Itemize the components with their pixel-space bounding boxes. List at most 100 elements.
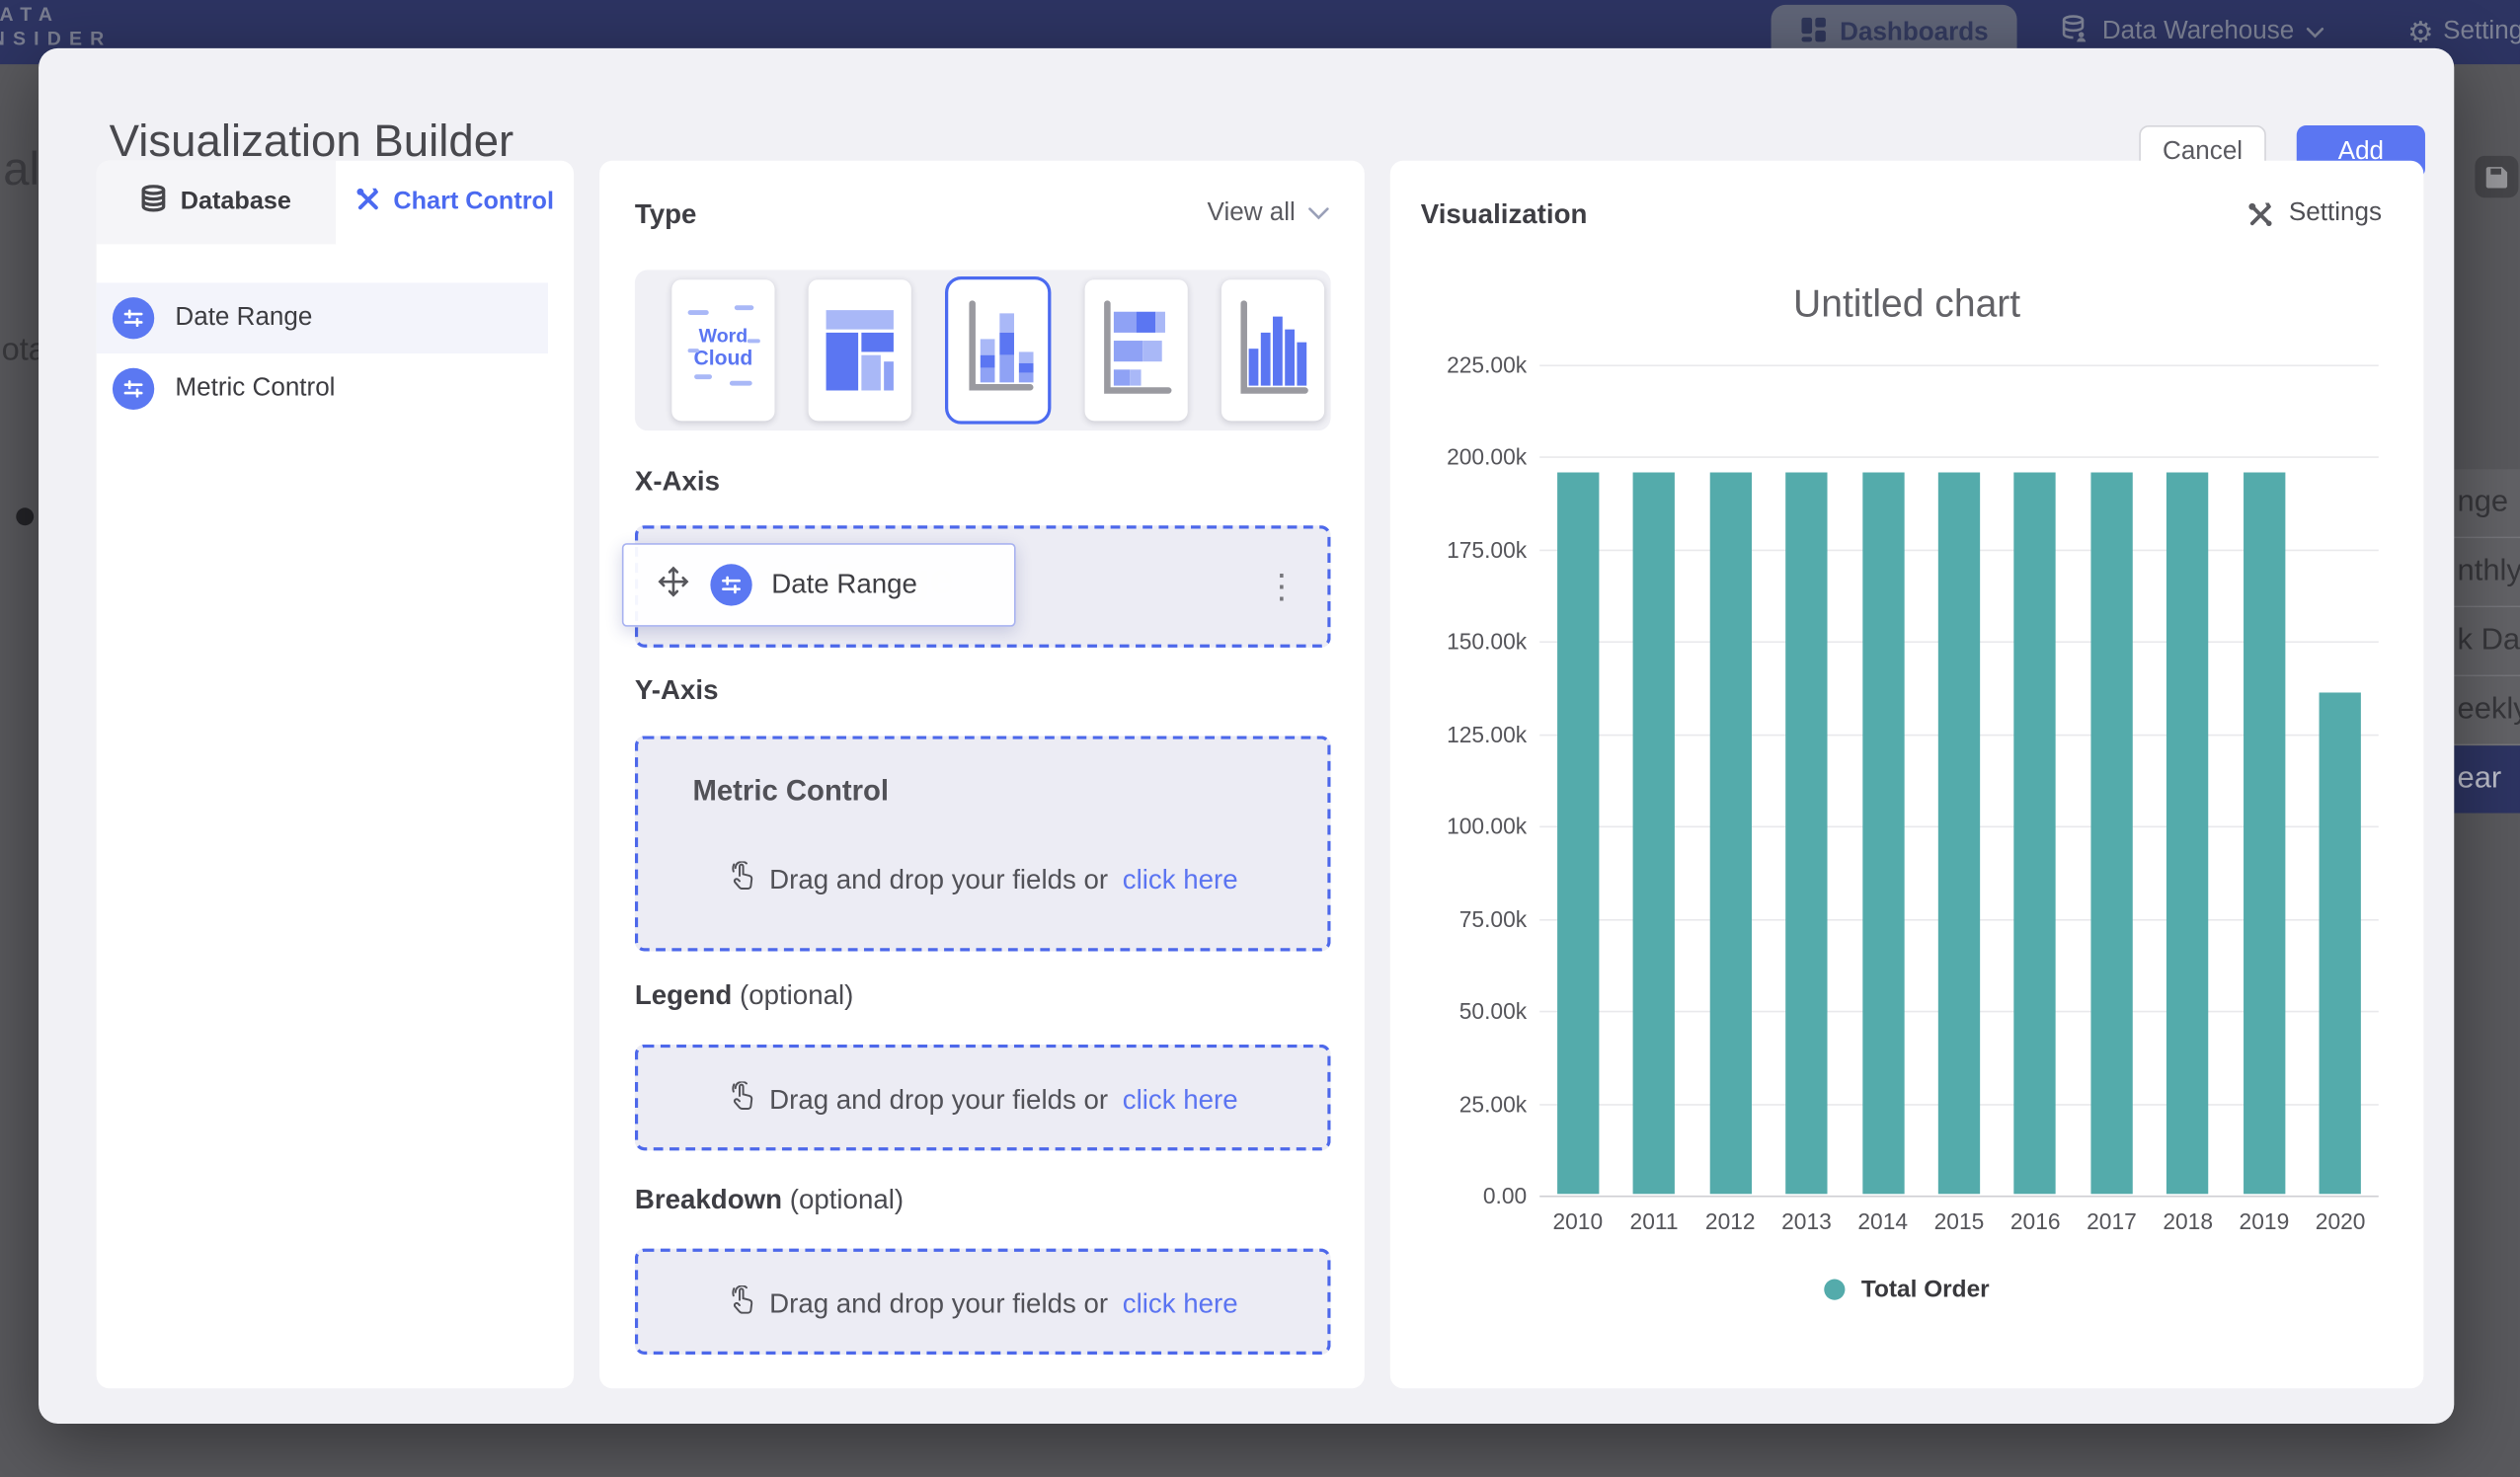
type-heading: Type	[635, 199, 697, 232]
field-list: Date Range Metric Control	[97, 282, 574, 424]
tab-chart-control-label: Chart Control	[393, 188, 554, 216]
visualization-panel: Visualization Settings Untitled chart 0.…	[1390, 161, 2424, 1388]
field-row-metric-control[interactable]: Metric Control	[97, 353, 548, 425]
gridline	[1539, 457, 2379, 459]
chevron-down-icon	[1308, 207, 1329, 220]
y-tick-label: 100.00k	[1447, 814, 1527, 839]
background-dropdown-option: nthly	[2454, 538, 2520, 607]
visualization-heading: Visualization	[1421, 199, 1588, 232]
legend-dropzone[interactable]: Drag and drop your fields or click here	[635, 1045, 1331, 1150]
tap-hand-icon	[728, 861, 755, 899]
x-tick-label: 2017	[2087, 1208, 2137, 1234]
y-axis-heading: Y-Axis	[635, 675, 719, 708]
panel-tabs: Database Chart Control	[97, 161, 574, 245]
save-icon	[2475, 156, 2518, 197]
legend-marker	[1824, 1280, 1845, 1300]
svg-text:Word: Word	[699, 326, 748, 348]
y-axis-drop-text: Drag and drop your fields or	[769, 865, 1108, 897]
tap-hand-icon	[728, 1081, 755, 1120]
nav-dashboards-label: Dashboards	[1840, 20, 1988, 48]
y-axis-labels: 0.0025.00k50.00k75.00k100.00k125.00k150.…	[1390, 364, 1527, 1195]
bar-2018	[2167, 472, 2209, 1194]
move-icon	[656, 563, 691, 606]
tab-chart-control[interactable]: Chart Control	[335, 161, 574, 245]
fields-panel: Database Chart Control Date Range Metric …	[97, 161, 574, 1388]
y-tick-label: 0.00	[1483, 1183, 1527, 1208]
bar-2014	[1862, 472, 1904, 1194]
dashboards-icon	[1799, 16, 1827, 51]
x-tick-label: 2012	[1705, 1208, 1756, 1234]
modal-title: Visualization Builder	[110, 116, 514, 167]
tools-icon	[354, 186, 380, 219]
visualization-builder-modal: Visualization Builder Cancel Add Databas…	[39, 48, 2454, 1424]
bar-2012	[1709, 472, 1751, 1194]
chart-type-column[interactable]	[1221, 279, 1324, 421]
x-tick-label: 2013	[1781, 1208, 1832, 1234]
x-tick-label: 2019	[2240, 1208, 2290, 1234]
settings-button[interactable]: Settings	[2247, 199, 2382, 228]
gear-icon: ⚙	[2407, 18, 2433, 46]
legend-heading: Legend (optional)	[635, 980, 853, 1013]
legend-optional-suffix: (optional)	[740, 980, 853, 1011]
gridline	[1539, 364, 2379, 366]
bar-2013	[1785, 472, 1827, 1194]
x-tick-label: 2010	[1552, 1208, 1603, 1234]
bar-2010	[1557, 472, 1599, 1194]
view-all-button[interactable]: View all	[1208, 199, 1329, 228]
background-dropdown-list: ngenthlyk Dateeeklyear	[2454, 469, 2520, 813]
app-logo: DATA INSIDER	[0, 3, 112, 51]
y-axis-dropzone[interactable]: Metric Control Drag and drop your fields…	[635, 736, 1331, 951]
kebab-menu-icon[interactable]: ⋮	[1265, 568, 1299, 608]
x-tick-label: 2014	[1857, 1208, 1908, 1234]
x-tick-label: 2016	[2010, 1208, 2061, 1234]
breakdown-click-here-link[interactable]: click here	[1123, 1288, 1238, 1321]
chip-label: Date Range	[771, 569, 917, 601]
x-tick-label: 2015	[1934, 1208, 1985, 1234]
field-slider-icon	[113, 368, 154, 410]
background-heading-fragment: al	[3, 144, 39, 197]
x-tick-label: 2020	[2316, 1208, 2366, 1234]
data-warehouse-icon	[2061, 14, 2089, 50]
background-bullet	[16, 507, 34, 525]
metric-control-group-title: Metric Control	[692, 774, 889, 808]
y-tick-label: 25.00k	[1459, 1090, 1527, 1116]
y-tick-label: 200.00k	[1447, 444, 1527, 470]
breakdown-dropzone[interactable]: Drag and drop your fields or click here	[635, 1249, 1331, 1355]
date-range-drag-chip[interactable]: Date Range	[622, 543, 1016, 627]
legend-series-label: Total Order	[1861, 1276, 1990, 1303]
chart-type-word-cloud[interactable]: WordCloud	[671, 279, 774, 421]
y-axis-click-here-link[interactable]: click here	[1123, 865, 1238, 897]
breakdown-heading: Breakdown (optional)	[635, 1185, 904, 1217]
tab-database[interactable]: Database	[97, 161, 336, 245]
background-dropdown-option: nge	[2454, 469, 2520, 538]
background-dropdown-option: eekly	[2454, 676, 2520, 745]
bar-2017	[2090, 472, 2132, 1194]
chart-title: Untitled chart	[1390, 282, 2424, 328]
tab-database-label: Database	[181, 188, 291, 216]
field-row-date-range[interactable]: Date Range	[97, 282, 548, 353]
bar-2019	[2244, 472, 2285, 1194]
chart-type-stacked-column[interactable]	[945, 276, 1051, 425]
chart-type-stacked-bar[interactable]	[1085, 279, 1188, 421]
x-tick-label: 2011	[1630, 1208, 1679, 1234]
x-tick-label: 2018	[2163, 1208, 2213, 1234]
crossed-tools-icon	[2247, 200, 2275, 228]
y-tick-label: 50.00k	[1459, 998, 1527, 1024]
chart-type-treemap[interactable]	[809, 279, 911, 421]
breakdown-heading-label: Breakdown	[635, 1185, 782, 1215]
y-tick-label: 225.00k	[1447, 351, 1527, 377]
settings-label: Settings	[2289, 199, 2382, 228]
legend-click-here-link[interactable]: click here	[1123, 1085, 1238, 1118]
breakdown-optional-suffix: (optional)	[790, 1185, 904, 1215]
y-tick-label: 175.00k	[1447, 536, 1527, 562]
plot-area	[1539, 364, 2379, 1195]
database-icon	[140, 185, 168, 220]
x-axis-labels: 2010 2011 2012 2013 2014 2015 2016 2017 2018 2019…	[1539, 1208, 2379, 1241]
bar-2020	[2320, 692, 2361, 1195]
breakdown-drop-text: Drag and drop your fields or	[769, 1288, 1108, 1321]
background-dropdown-option: ear	[2454, 745, 2520, 813]
tap-hand-icon	[728, 1285, 755, 1324]
logo-line-1: DATA	[0, 3, 112, 27]
bar-2011	[1633, 472, 1675, 1194]
field-label: Date Range	[175, 304, 312, 333]
